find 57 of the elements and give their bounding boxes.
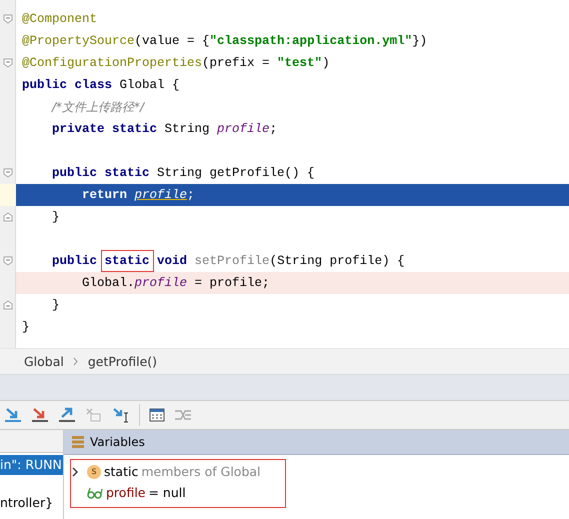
code-token: "test" (277, 56, 322, 70)
step-into-icon[interactable] (31, 407, 49, 423)
code-token: } (52, 298, 60, 312)
variable-name: static (104, 464, 138, 479)
code-token: "classpath:application.yml" (210, 34, 412, 48)
variable-value: members of Global (141, 464, 261, 479)
thread-item[interactable]: in": RUNNI (0, 455, 63, 475)
code-token: Global. (82, 276, 135, 290)
fold-icon[interactable] (3, 14, 13, 24)
expand-icon[interactable] (71, 466, 79, 476)
code-token: @ConfigurationProperties (22, 56, 202, 70)
code-token: public static (52, 166, 151, 180)
glasses-icon (87, 486, 103, 498)
code-token: ; (187, 188, 195, 202)
static-badge: s (87, 464, 101, 478)
code-token: ) (322, 56, 330, 70)
code-token: (prefix = (202, 56, 271, 70)
code-token: profile (134, 188, 188, 202)
calculator-icon[interactable] (149, 408, 165, 422)
code-token: @Component (22, 12, 98, 26)
code-token: ; (270, 122, 278, 136)
step-out-icon[interactable] (58, 407, 76, 423)
code-token: private static (52, 122, 158, 136)
code-token: }) (412, 34, 428, 48)
fold-icon[interactable] (3, 168, 13, 178)
code-token: /*文件上传路径*/ (52, 98, 144, 116)
code-token: return (82, 188, 128, 202)
list-icon (72, 436, 84, 448)
code-token: = profile; (194, 276, 270, 290)
code-token: public class (22, 78, 114, 92)
fold-icon[interactable] (3, 212, 13, 222)
panel-title: Variables (90, 435, 145, 449)
code-token: (value = { (134, 34, 210, 48)
code-token: profile (217, 122, 270, 136)
code-token: String (164, 122, 211, 136)
fold-icon[interactable] (3, 58, 13, 68)
variable-value: = null (148, 485, 186, 500)
step-over-icon[interactable] (4, 407, 22, 423)
fold-icon[interactable] (3, 300, 13, 310)
code-token: } (52, 210, 60, 224)
trace-icon[interactable] (174, 408, 192, 422)
breadcrumb-item[interactable]: Global (24, 354, 64, 369)
code-token: profile (134, 276, 188, 290)
breadcrumb-item[interactable]: getProfile() (88, 354, 158, 369)
run-to-cursor-icon[interactable] (112, 407, 130, 423)
code-token: void (156, 254, 188, 268)
code-token: Global { (120, 78, 180, 92)
code-token: (String profile) { (270, 254, 405, 268)
code-token: } (22, 320, 30, 334)
chevron-icon (72, 357, 79, 366)
code-token: @PropertySource (22, 34, 135, 48)
fold-icon[interactable] (3, 256, 13, 266)
variable-name: profile (106, 485, 146, 500)
code-token: public (52, 254, 98, 268)
thread-item[interactable]: ntroller} (0, 493, 63, 513)
code-token: String getProfile() { (157, 166, 315, 180)
code-token: setProfile (194, 254, 270, 268)
